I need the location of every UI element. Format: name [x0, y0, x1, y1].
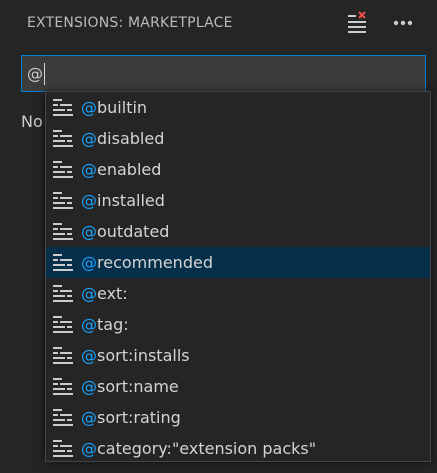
suggestion-item[interactable]: @enabled: [46, 154, 430, 185]
text-lines-icon: [52, 222, 74, 241]
suggestion-match-highlight: @: [81, 191, 97, 210]
text-lines-icon: [52, 98, 74, 117]
clear-extensions-button[interactable]: [344, 10, 370, 36]
suggestion-text: enabled: [97, 160, 162, 179]
text-lines-icon: [52, 129, 74, 148]
text-lines-icon: [52, 191, 74, 210]
suggestion-item[interactable]: @recommended: [46, 247, 430, 278]
suggestion-item[interactable]: @disabled: [46, 123, 430, 154]
suggestion-match-highlight: @: [81, 315, 97, 334]
suggestion-label: @recommended: [81, 253, 213, 272]
suggestion-match-highlight: @: [81, 98, 97, 117]
suggestion-match-highlight: @: [81, 129, 97, 148]
suggestion-text: builtin: [97, 98, 148, 117]
suggestion-item[interactable]: @category:"extension packs": [46, 433, 430, 464]
search-input-value: @: [27, 64, 43, 83]
suggestion-text: ext:: [97, 284, 128, 303]
suggestion-text: disabled: [97, 129, 165, 148]
suggestion-label: @sort:name: [81, 377, 179, 396]
suggestion-match-highlight: @: [81, 160, 97, 179]
suggestion-text: recommended: [97, 253, 213, 272]
view-header: EXTENSIONS: MARKETPLACE: [0, 0, 437, 46]
suggestion-item[interactable]: @tag:: [46, 309, 430, 340]
text-lines-icon: [52, 315, 74, 334]
suggestion-text: installed: [97, 191, 165, 210]
suggestion-text: category:"extension packs": [97, 439, 317, 458]
suggestion-label: @builtin: [81, 98, 147, 117]
text-lines-icon: [52, 439, 74, 458]
suggestion-text: outdated: [97, 222, 170, 241]
more-actions-button[interactable]: [390, 10, 416, 36]
suggestion-label: @outdated: [81, 222, 169, 241]
suggestion-item[interactable]: @installed: [46, 185, 430, 216]
suggestion-match-highlight: @: [81, 222, 97, 241]
suggestion-label: @ext:: [81, 284, 128, 303]
suggestion-item[interactable]: @sort:rating: [46, 402, 430, 433]
text-lines-icon: [52, 408, 74, 427]
suggestion-match-highlight: @: [81, 284, 97, 303]
suggestion-label: @enabled: [81, 160, 161, 179]
suggestion-match-highlight: @: [81, 346, 97, 365]
text-cursor: [44, 63, 45, 85]
search-status-text: No: [21, 112, 43, 131]
suggestion-widget: @builtin @disabled @enabled @installed @outd…: [45, 91, 431, 462]
suggestion-text: sort:rating: [97, 408, 181, 427]
suggestion-item[interactable]: @sort:installs: [46, 340, 430, 371]
text-lines-icon: [52, 253, 74, 272]
suggestion-item[interactable]: @sort:name: [46, 371, 430, 402]
suggestion-match-highlight: @: [81, 253, 97, 272]
more-actions-icon: [393, 20, 413, 26]
suggestion-label: @category:"extension packs": [81, 439, 316, 458]
view-title: EXTENSIONS: MARKETPLACE: [27, 15, 233, 31]
extension-search-input[interactable]: @: [21, 55, 426, 92]
suggestion-label: @installed: [81, 191, 165, 210]
suggestion-match-highlight: @: [81, 439, 97, 458]
suggestion-label: @tag:: [81, 315, 129, 334]
suggestion-label: @sort:rating: [81, 408, 181, 427]
suggestion-text: tag:: [97, 315, 129, 334]
text-lines-icon: [52, 160, 74, 179]
text-lines-icon: [52, 284, 74, 303]
suggestion-text: sort:name: [97, 377, 179, 396]
text-lines-icon: [52, 377, 74, 396]
suggestion-text: sort:installs: [97, 346, 190, 365]
suggestion-item[interactable]: @builtin: [46, 92, 430, 123]
suggestion-label: @disabled: [81, 129, 164, 148]
suggestion-item[interactable]: @ext:: [46, 278, 430, 309]
suggestion-item[interactable]: @outdated: [46, 216, 430, 247]
clear-list-icon: [348, 11, 366, 33]
text-lines-icon: [52, 346, 74, 365]
suggestion-match-highlight: @: [81, 408, 97, 427]
suggestion-match-highlight: @: [81, 377, 97, 396]
suggestion-label: @sort:installs: [81, 346, 190, 365]
